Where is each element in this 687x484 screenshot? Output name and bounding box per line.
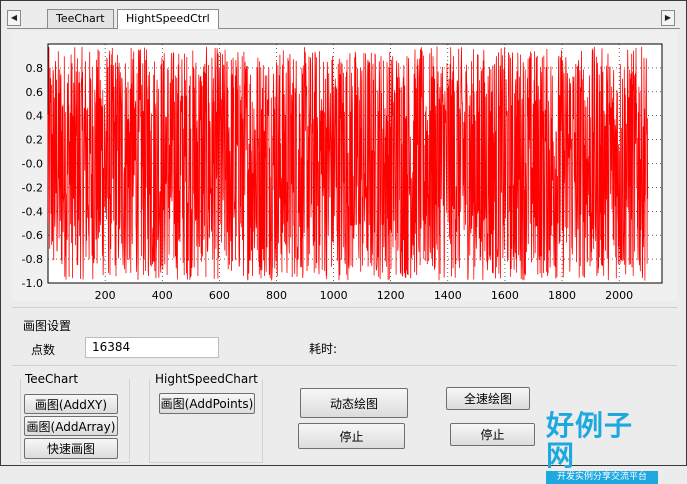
y-tick-label: 0.2	[26, 134, 44, 147]
tab-teechart[interactable]: TeeChart	[47, 9, 114, 28]
y-tick-label: -0.0	[22, 158, 43, 171]
highspeed-group-title: HightSpeedChart	[155, 372, 260, 386]
y-tick-label: -0.2	[22, 181, 43, 194]
points-input[interactable]: 16384	[85, 337, 219, 358]
x-tick-label: 2000	[605, 289, 633, 301]
stop-dynamic-button[interactable]: 停止	[298, 423, 405, 449]
draw-addxy-button[interactable]: 画图(AddXY)	[24, 394, 118, 414]
logo-subtitle: 开发实例分享交流平台	[546, 471, 658, 484]
x-tick-label: 1800	[548, 289, 576, 301]
x-tick-label: 1400	[434, 289, 462, 301]
x-tick-label: 800	[266, 289, 287, 301]
stop-full-speed-button[interactable]: 停止	[450, 423, 535, 446]
x-tick-label: 1000	[320, 289, 348, 301]
fast-draw-button[interactable]: 快速画图	[24, 438, 118, 459]
points-label: 点数	[31, 343, 56, 357]
tab-strip: ◀ TeeChart HightSpeedCtrl ▶	[7, 9, 681, 29]
section-label: 画图设置	[23, 319, 72, 333]
x-tick-label: 1200	[377, 289, 405, 301]
app-window: ◀ TeeChart HightSpeedCtrl ▶ 0.8 0.6 0.4 0.2…	[0, 0, 687, 484]
teechart-group-title: TeeChart	[25, 372, 81, 386]
tab-underline	[7, 28, 680, 29]
full-speed-draw-button[interactable]: 全速绘图	[446, 387, 530, 410]
logo-title: 好例子网	[546, 409, 634, 472]
x-tick-label: 400	[152, 289, 173, 301]
elapsed-label: 耗时:	[309, 342, 338, 356]
x-tick-label: 1600	[491, 289, 519, 301]
y-axis: 0.8 0.6 0.4 0.2 -0.0 -0.2 -0.4 -0.6 -0.8 -1.0	[22, 62, 43, 290]
y-tick-label: 0.4	[26, 110, 44, 123]
y-tick-label: 0.8	[26, 62, 44, 75]
y-tick-label: -1.0	[22, 277, 43, 290]
y-tick-label: -0.4	[22, 205, 43, 218]
tab-scroll-left-button[interactable]: ◀	[7, 10, 21, 26]
tab-scroll-right-button[interactable]: ▶	[661, 10, 675, 26]
line-chart: 0.8 0.6 0.4 0.2 -0.0 -0.2 -0.4 -0.6 -0.8 -1.0 200…	[22, 43, 663, 302]
y-tick-label: 0.6	[26, 86, 44, 99]
x-tick-label: 600	[209, 289, 230, 301]
highspeed-group	[149, 379, 263, 463]
section-divider	[12, 307, 677, 308]
site-logo: 好例子网 开发实例分享交流平台	[546, 411, 661, 484]
tab-hightspeedctrl[interactable]: HightSpeedCtrl	[117, 9, 219, 29]
x-tick-label: 200	[95, 289, 116, 301]
draw-addpoints-button[interactable]: 画图(AddPoints)	[159, 393, 255, 414]
dynamic-draw-button[interactable]: 动态绘图	[300, 388, 408, 418]
draw-addarray-button[interactable]: 画图(AddArray)	[24, 416, 118, 436]
x-axis: 200 400 600 800 1000 1200 1400 1600 1800 2000	[95, 289, 634, 302]
y-tick-label: -0.6	[22, 229, 43, 242]
y-tick-label: -0.8	[22, 253, 43, 266]
chart-panel: 0.8 0.6 0.4 0.2 -0.0 -0.2 -0.4 -0.6 -0.8 -1.0 200…	[12, 31, 677, 302]
controls-divider	[12, 365, 677, 366]
